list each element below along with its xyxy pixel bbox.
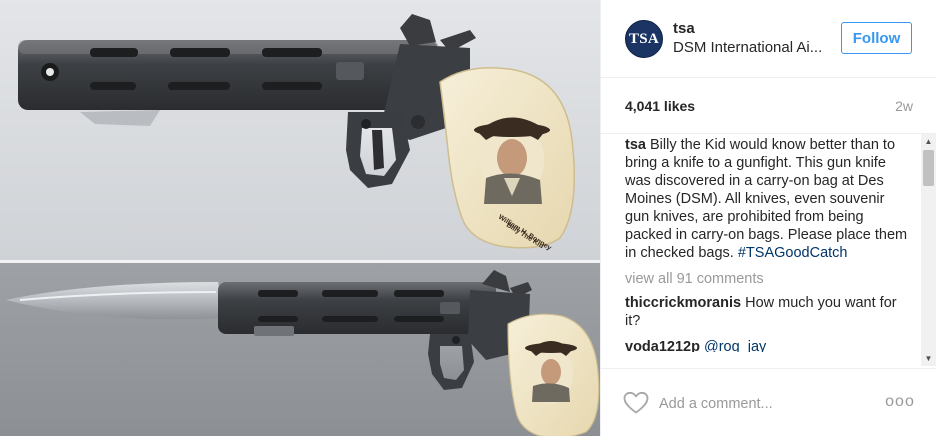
- scrollbar-thumb[interactable]: [923, 150, 934, 186]
- comment-username[interactable]: voda1212p: [625, 339, 700, 352]
- follow-button[interactable]: Follow: [841, 22, 912, 54]
- comment-item: thiccrickmoranis How much you want for i…: [625, 294, 911, 330]
- add-comment-input[interactable]: [659, 393, 869, 415]
- comment-item: voda1212p @rog_jay: [625, 338, 911, 352]
- post-sidebar: TSA tsa DSM International Ai... Follow 4…: [600, 0, 936, 436]
- caption: tsa Billy the Kid would know better than…: [625, 136, 911, 262]
- caption-username[interactable]: tsa: [625, 137, 646, 153]
- username-link[interactable]: tsa: [673, 20, 695, 37]
- gun-knife-photo: William H. Bonney Billy The Kid: [0, 0, 600, 436]
- hashtag-link[interactable]: #TSAGoodCatch: [738, 245, 848, 261]
- avatar[interactable]: TSA: [625, 20, 663, 58]
- scroll-up-arrow[interactable]: ▲: [921, 134, 936, 149]
- scroll-down-arrow[interactable]: ▼: [921, 351, 936, 366]
- add-comment-row: ooo: [601, 368, 936, 436]
- comment-username[interactable]: thiccrickmoranis: [625, 295, 741, 311]
- location-link[interactable]: DSM International Ai...: [673, 39, 822, 56]
- likes-row: 4,041 likes 2w: [601, 78, 936, 134]
- post-time[interactable]: 2w: [895, 98, 913, 114]
- post-image[interactable]: William H. Bonney Billy The Kid: [0, 0, 600, 436]
- comments-scrollbar[interactable]: ▲ ▼: [921, 134, 936, 366]
- more-options-icon[interactable]: ooo: [885, 392, 915, 412]
- comment-mention[interactable]: @rog_jay: [704, 339, 766, 352]
- post-header: TSA tsa DSM International Ai... Follow: [601, 0, 936, 78]
- caption-text: Billy the Kid would know better than to …: [625, 137, 908, 261]
- heart-icon[interactable]: [623, 391, 649, 415]
- likes-count[interactable]: 4,041 likes: [625, 98, 695, 114]
- comments-section: tsa Billy the Kid would know better than…: [601, 134, 936, 368]
- view-all-comments-link[interactable]: view all 91 comments: [625, 270, 911, 288]
